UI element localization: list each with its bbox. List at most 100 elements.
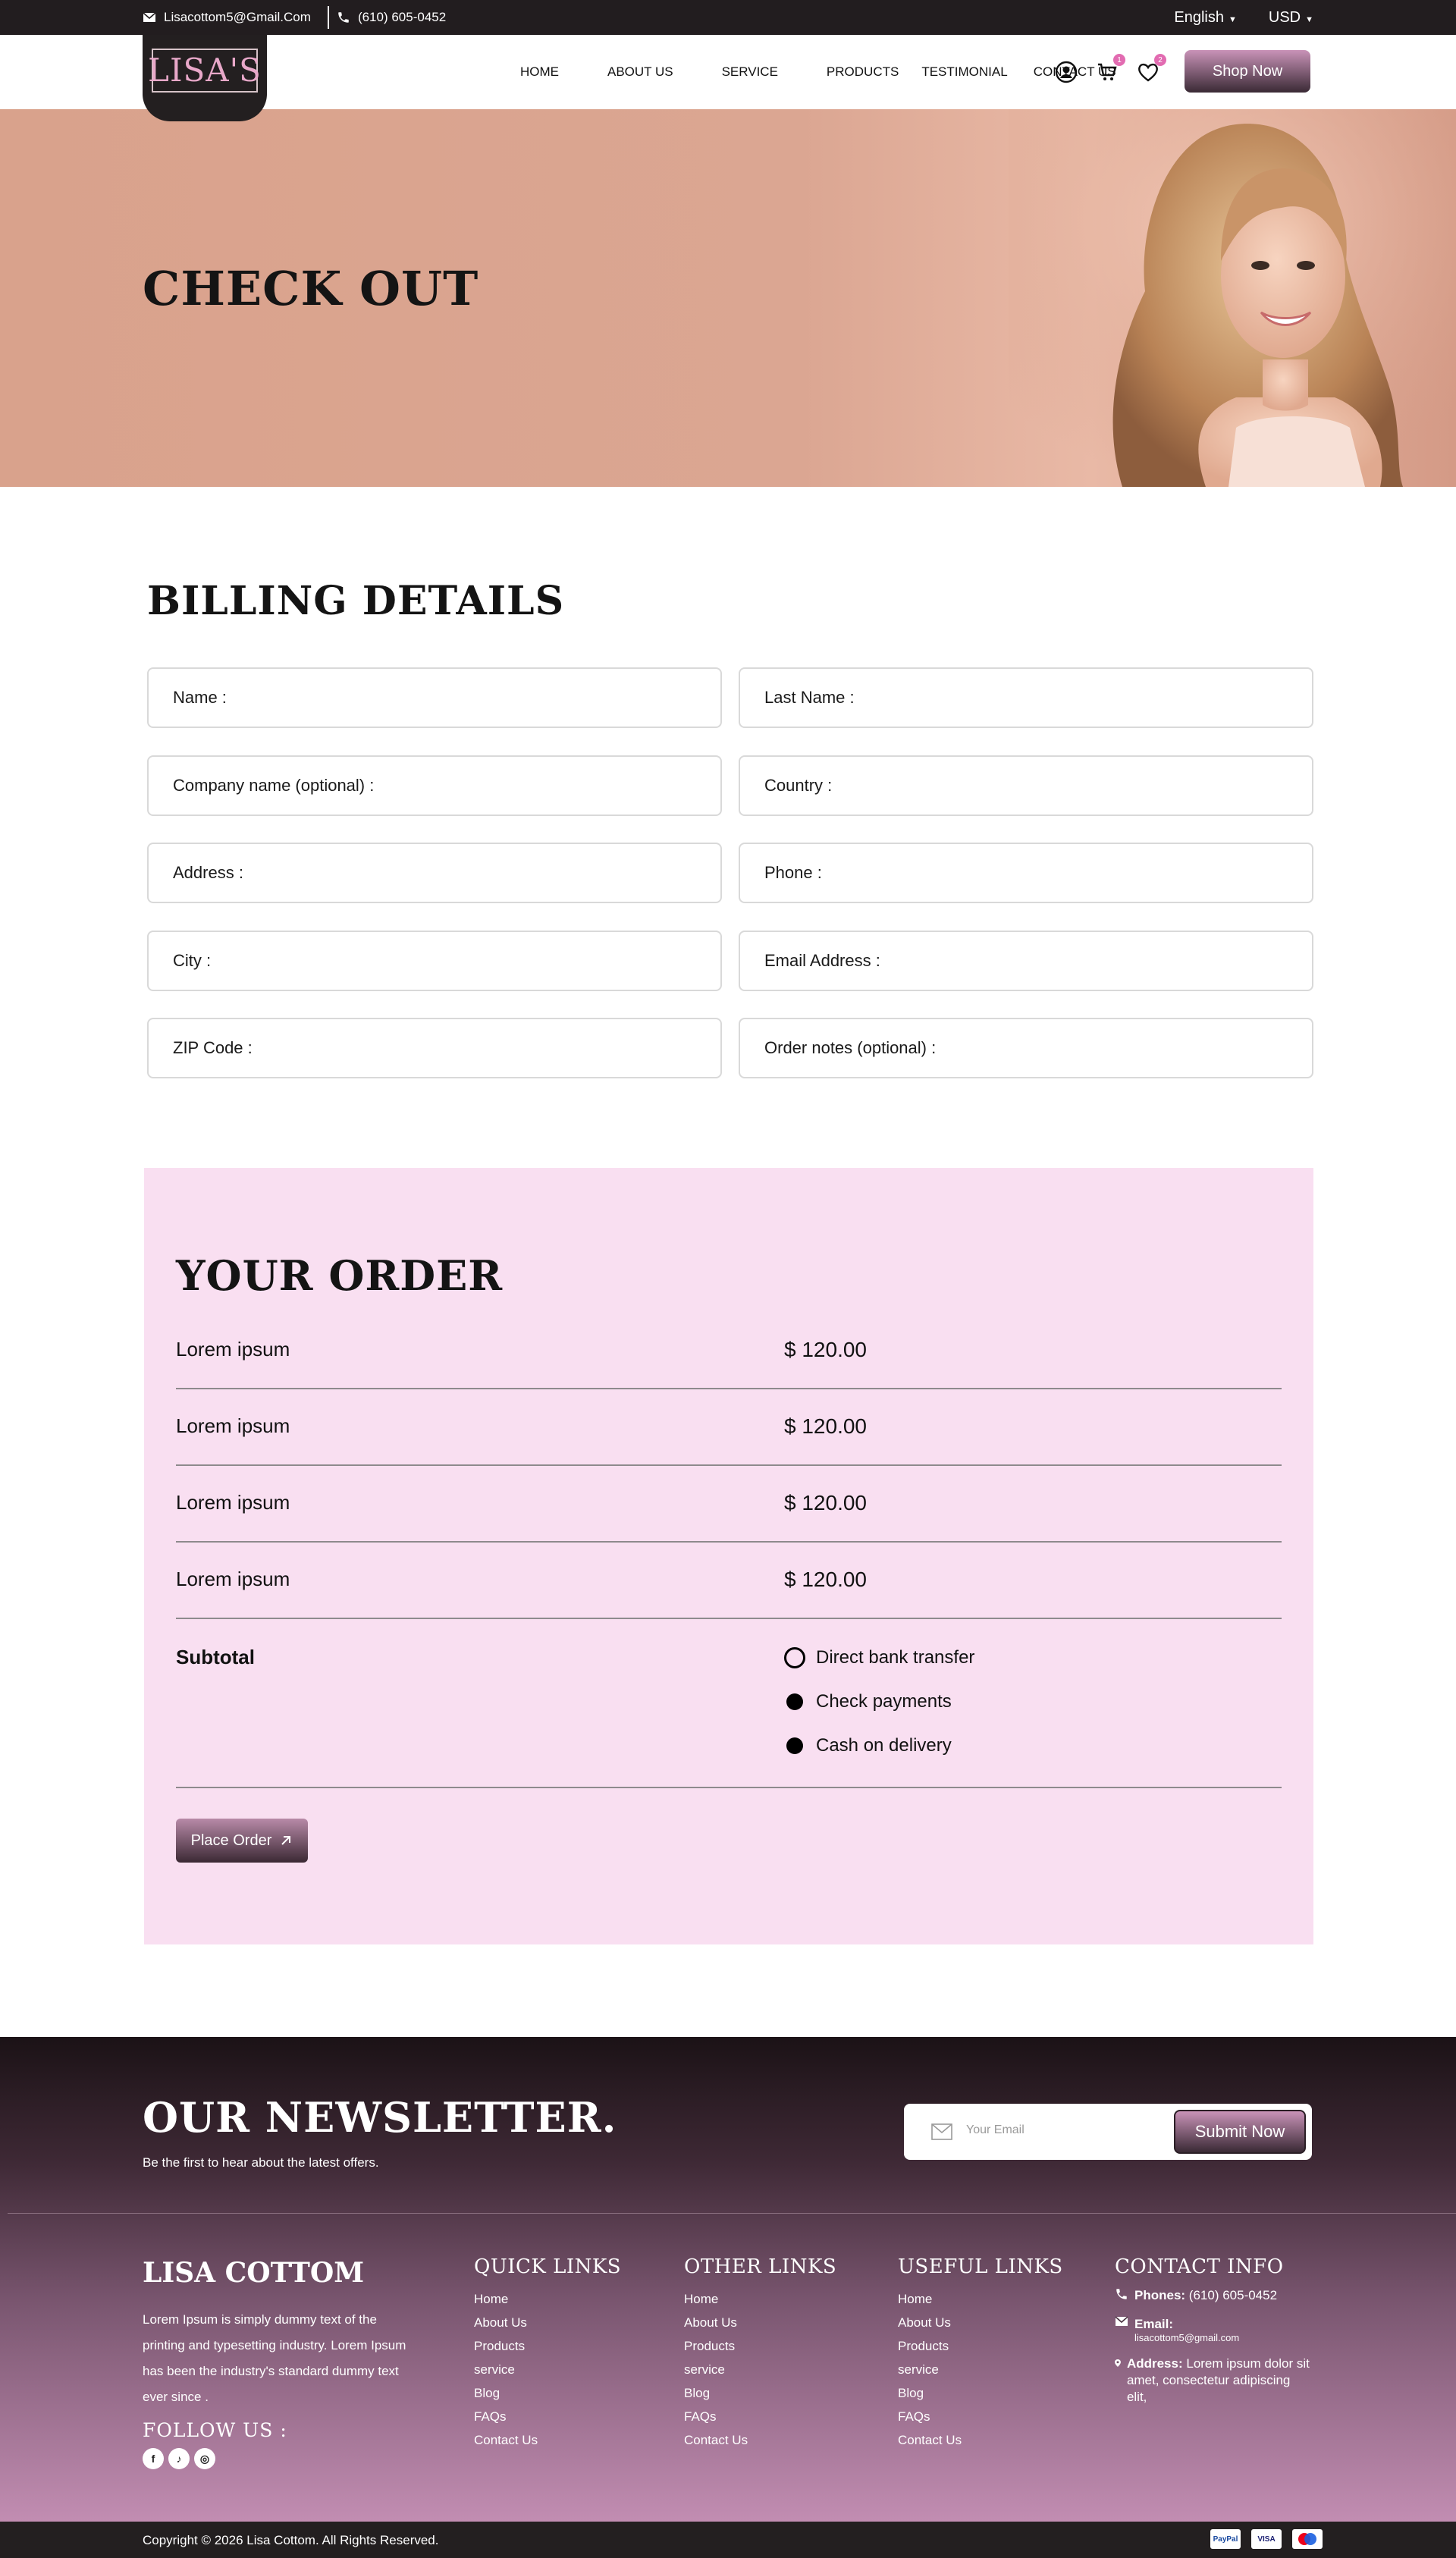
footer-link-blog[interactable]: Blog	[898, 2381, 1063, 2405]
place-order-label: Place Order	[190, 1831, 272, 1849]
wishlist-count-badge: 2	[1154, 54, 1166, 66]
currency-select[interactable]: USD ▼	[1269, 9, 1313, 27]
city-field[interactable]: City :	[147, 931, 722, 991]
footer-link-products[interactable]: Products	[684, 2334, 836, 2358]
footer-link-home[interactable]: Home	[898, 2287, 1063, 2311]
radio-unselected[interactable]	[784, 1647, 805, 1668]
footer-link-service[interactable]: service	[684, 2358, 836, 2381]
nav-home[interactable]: HOME	[520, 64, 559, 80]
newsletter-form: Your Email Submit Now	[904, 2104, 1312, 2160]
footer-link-blog[interactable]: Blog	[684, 2381, 836, 2405]
hero-banner: CHECK OUT	[0, 109, 1456, 487]
facebook-icon[interactable]: f	[143, 2448, 164, 2469]
order-item-row: Lorem ipsum $ 120.00	[176, 1467, 1282, 1543]
footer-link-contact[interactable]: Contact Us	[474, 2428, 621, 2452]
name-field[interactable]: Name :	[147, 667, 722, 728]
footer-link-home[interactable]: Home	[474, 2287, 621, 2311]
footer-link-faqs[interactable]: FAQs	[898, 2405, 1063, 2428]
footer-link-service[interactable]: service	[474, 2358, 621, 2381]
footer-link-contact[interactable]: Contact Us	[898, 2428, 1063, 2452]
logo-text: LISA'S	[148, 52, 262, 89]
radio-filled[interactable]	[786, 1693, 803, 1710]
footer-link-products[interactable]: Products	[898, 2334, 1063, 2358]
cart-button[interactable]: 1	[1095, 54, 1125, 84]
envelope-icon	[931, 2123, 952, 2140]
topbar-email-text: Lisacottom5@Gmail.Com	[164, 10, 311, 24]
other-links-title: OTHER LINKS	[684, 2255, 837, 2278]
zip-code-field[interactable]: ZIP Code :	[147, 1018, 722, 1078]
nav-testimonial[interactable]: TESTIMONIAL	[921, 64, 1007, 80]
nav-about-us[interactable]: ABOUT US	[607, 64, 673, 80]
payment-option-label: Direct bank transfer	[816, 1647, 975, 1668]
topbar-phone-text: (610) 605-0452	[357, 10, 447, 24]
footer-link-about[interactable]: About Us	[474, 2311, 621, 2334]
site-logo[interactable]: LISA'S	[143, 35, 267, 121]
country-field[interactable]: Country :	[739, 755, 1313, 816]
footer-link-home[interactable]: Home	[684, 2287, 836, 2311]
radio-filled[interactable]	[786, 1737, 803, 1754]
last-name-field[interactable]: Last Name :	[739, 667, 1313, 728]
chevron-down-icon: ▼	[1305, 14, 1313, 24]
order-summary-panel: YOUR ORDER Lorem ipsum $ 120.00 Lorem ip…	[144, 1168, 1313, 1944]
email-label: Email:	[1134, 2317, 1174, 2331]
nav-products[interactable]: PRODUCTS	[827, 64, 899, 80]
footer-link-about[interactable]: About Us	[684, 2311, 836, 2334]
wishlist-button[interactable]: 2	[1136, 54, 1166, 84]
language-select[interactable]: English ▼	[1174, 9, 1237, 27]
payment-option-check[interactable]: Check payments	[784, 1691, 952, 1712]
location-pin-icon	[1115, 2359, 1121, 2367]
submit-now-button[interactable]: Submit Now	[1174, 2110, 1306, 2154]
payment-option-label: Check payments	[816, 1691, 952, 1712]
topbar-phone[interactable]: (610) 605-0452	[337, 10, 446, 25]
phone-icon	[1116, 2289, 1127, 2299]
newsletter-email-input[interactable]: Your Email	[966, 2123, 1025, 2137]
cart-count-badge: 1	[1113, 54, 1125, 66]
order-item-row: Lorem ipsum $ 120.00	[176, 1543, 1282, 1619]
company-name-field[interactable]: Company name (optional) :	[147, 755, 722, 816]
contact-email: Email: lisacottom5@gmail.com	[1115, 2316, 1312, 2343]
email-value[interactable]: lisacottom5@gmail.com	[1134, 2333, 1239, 2343]
phone-icon	[338, 12, 349, 23]
nav-service[interactable]: SERVICE	[722, 64, 778, 80]
footer-link-service[interactable]: service	[898, 2358, 1063, 2381]
phones-value: (610) 605-0452	[1188, 2288, 1278, 2302]
footer-brand: LISA COTTOM	[143, 2257, 365, 2289]
order-divider	[176, 1787, 1282, 1788]
footer-divider	[8, 2213, 1456, 2214]
newsletter-title: OUR NEWSLETTER.	[143, 2093, 617, 2142]
email-address-field[interactable]: Email Address :	[739, 931, 1313, 991]
order-item-price: $ 120.00	[784, 1338, 867, 1361]
topbar-email[interactable]: Lisacottom5@Gmail.Com	[143, 10, 311, 25]
logo-frame: LISA'S	[148, 49, 261, 93]
follow-us-label: FOLLOW US :	[143, 2419, 287, 2441]
contact-phone: Phones: (610) 605-0452	[1115, 2287, 1312, 2304]
subtotal-label: Subtotal	[176, 1646, 255, 1668]
billing-details-title: BILLING DETAILS	[147, 578, 565, 624]
payment-option-cash[interactable]: Cash on delivery	[784, 1735, 952, 1756]
footer-link-faqs[interactable]: FAQs	[474, 2405, 621, 2428]
instagram-icon[interactable]: ◎	[194, 2448, 215, 2469]
address-field[interactable]: Address :	[147, 843, 722, 903]
place-order-button[interactable]: Place Order	[176, 1819, 308, 1863]
paypal-icon: PayPal	[1210, 2529, 1241, 2549]
order-item-price: $ 120.00	[784, 1491, 867, 1514]
footer-link-contact[interactable]: Contact Us	[684, 2428, 836, 2452]
contact-info-title: CONTACT INFO	[1115, 2255, 1284, 2278]
phone-field[interactable]: Phone :	[739, 843, 1313, 903]
tiktok-icon[interactable]: ♪	[168, 2448, 190, 2469]
hero-model-image	[1009, 109, 1456, 487]
order-item-price: $ 120.00	[784, 1414, 867, 1438]
footer-link-faqs[interactable]: FAQs	[684, 2405, 836, 2428]
mail-icon	[143, 12, 156, 22]
footer-link-products[interactable]: Products	[474, 2334, 621, 2358]
footer-description: Lorem Ipsum is simply dummy text of the …	[143, 2312, 406, 2404]
quick-links-column: QUICK LINKS Home About Us Products servi…	[474, 2255, 621, 2452]
payment-option-bank-transfer[interactable]: Direct bank transfer	[784, 1647, 974, 1668]
account-button[interactable]	[1054, 60, 1078, 84]
shop-now-button[interactable]: Shop Now	[1185, 50, 1310, 93]
order-notes-field[interactable]: Order notes (optional) :	[739, 1018, 1313, 1078]
order-item-name: Lorem ipsum	[176, 1568, 290, 1590]
footer-link-blog[interactable]: Blog	[474, 2381, 621, 2405]
footer-link-about[interactable]: About Us	[898, 2311, 1063, 2334]
order-item-name: Lorem ipsum	[176, 1338, 290, 1361]
